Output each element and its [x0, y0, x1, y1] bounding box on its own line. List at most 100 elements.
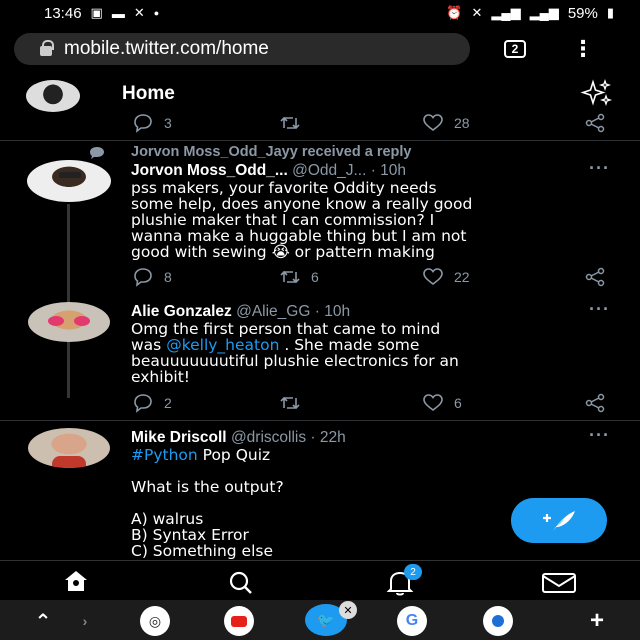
status-bar: 13:46 ▣ ▬ ✕ ● ⏰ ✕ ▂▄▆ ▂▄▆ 59% ▮: [0, 0, 640, 26]
tweet-actions: 3 28: [132, 110, 612, 136]
display-name[interactable]: Mike Driscoll: [131, 429, 227, 446]
app-shortcut-icon[interactable]: ◎: [140, 606, 170, 636]
avatar[interactable]: [28, 302, 110, 342]
heart-icon: [423, 394, 443, 412]
avatar-detail: [74, 316, 90, 326]
share-button[interactable]: [584, 267, 606, 287]
timestamp[interactable]: · 10h: [315, 303, 350, 320]
missed-call-icon: ✕: [133, 5, 145, 20]
url-text: mobile.twitter.com/home: [64, 38, 269, 59]
compose-feather-icon: [543, 510, 575, 531]
share-icon: [585, 267, 605, 287]
handle[interactable]: @Alie_GG: [236, 303, 310, 320]
reply-button[interactable]: 2: [132, 393, 172, 413]
avatar-detail: [48, 316, 64, 326]
thread-line: [67, 204, 70, 398]
avatar[interactable]: [28, 428, 110, 468]
messages-envelope-icon[interactable]: [540, 569, 578, 597]
like-count: 28: [454, 115, 470, 131]
mute-icon: ✕: [471, 5, 483, 20]
dot-separator-icon: ›: [82, 613, 88, 629]
tweet-line: plushie maker that I can commission? I: [131, 211, 435, 229]
tweet-actions: 2 6: [132, 390, 612, 416]
share-button[interactable]: [584, 113, 606, 133]
reply-button[interactable]: 8: [132, 267, 172, 287]
reply-icon: [134, 394, 152, 413]
handle[interactable]: @driscollis: [231, 429, 306, 446]
compose-tweet-button[interactable]: [511, 498, 607, 543]
signal-icon: ▂▄▆: [491, 5, 521, 20]
url-bar[interactable]: mobile.twitter.com/home: [14, 33, 470, 65]
tweet-line: #Python Pop Quiz: [131, 447, 621, 463]
tweet-card[interactable]: Jorvon Moss_Odd_Jayy received a reply Jo…: [0, 142, 640, 418]
retweet-count: 6: [311, 269, 319, 285]
tweet-header: Alie Gonzalez @Alie_GG · 10h: [131, 303, 350, 321]
tweet-text: pss makers, your favorite Oddity needs s…: [131, 180, 621, 260]
sparkle-icon[interactable]: [580, 78, 614, 108]
tweet-line: some help, does anyone know a really goo…: [131, 195, 473, 213]
reply-count: 2: [164, 395, 172, 411]
retweet-button[interactable]: [279, 113, 301, 133]
display-name[interactable]: Jorvon Moss_Odd_...: [131, 162, 288, 179]
tweet-actions: 8 6 22: [132, 264, 612, 290]
browser-toolbar: mobile.twitter.com/home 2 ⋮: [0, 26, 640, 72]
tweet-line: beauuuuuuutiful plushie electronics for …: [131, 352, 459, 370]
youtube-app-icon[interactable]: [224, 606, 254, 636]
tweet-line: pss makers, your favorite Oddity needs: [131, 179, 437, 197]
system-navigation-bar: ⌃ › ◎ 🐦 ✕ G +: [0, 600, 640, 640]
dot-icon: ●: [153, 8, 160, 18]
hashtag-link[interactable]: #Python: [131, 446, 198, 464]
like-count: 6: [454, 395, 462, 411]
tweet-text: Omg the first person that came to mind w…: [131, 321, 621, 385]
timeline: 3 28 Jorvon Moss_Odd_Jayy received a rep…: [0, 108, 640, 560]
text-segment: Pop Quiz: [197, 446, 271, 464]
more-options-icon[interactable]: ···: [589, 425, 610, 446]
timestamp[interactable]: · 10h: [371, 162, 406, 179]
reply-context: Jorvon Moss_Odd_Jayy received a reply: [131, 144, 412, 160]
like-button[interactable]: 6: [422, 393, 462, 413]
like-button[interactable]: 22: [422, 267, 470, 287]
like-button[interactable]: 28: [422, 113, 470, 133]
tweet-line: wanna make a huggable thing but I am not: [131, 227, 467, 245]
notification-badge: 2: [404, 564, 422, 580]
eye-app-icon[interactable]: [483, 606, 513, 636]
share-icon: [585, 393, 605, 413]
reply-button[interactable]: 3: [132, 113, 172, 133]
chevron-up-icon[interactable]: ⌃: [28, 606, 58, 636]
tabs-button[interactable]: 2: [504, 40, 526, 58]
tweet-line: good with sewing 😭 or pattern making: [131, 243, 435, 261]
retweet-button[interactable]: 6: [279, 267, 319, 287]
tweet-header: Jorvon Moss_Odd_... @Odd_J... · 10h: [131, 162, 406, 180]
signal-icon-2: ▂▄▆: [529, 5, 559, 20]
add-icon[interactable]: +: [582, 606, 612, 636]
bottom-navigation: [0, 560, 640, 600]
divider: [0, 140, 640, 141]
timestamp[interactable]: · 22h: [310, 429, 345, 446]
google-app-icon[interactable]: G: [397, 606, 427, 636]
retweet-button[interactable]: [279, 393, 301, 413]
display-name[interactable]: Alie Gonzalez: [131, 303, 232, 320]
heart-icon: [423, 114, 443, 132]
divider: [0, 420, 640, 421]
retweet-icon: [280, 116, 300, 130]
gallery-icon: ▣: [90, 5, 103, 20]
close-app-icon[interactable]: ✕: [339, 601, 357, 619]
tweet-line: exhibit!: [131, 368, 191, 386]
like-count: 22: [454, 269, 470, 285]
heart-icon: [423, 268, 443, 286]
avatar[interactable]: [27, 160, 111, 202]
share-button[interactable]: [584, 393, 606, 413]
home-icon[interactable]: [62, 569, 90, 593]
handle[interactable]: @Odd_J...: [292, 162, 366, 179]
clock: 13:46: [44, 4, 82, 22]
tweet-line: Omg the first person that came to mind: [131, 320, 441, 338]
more-options-icon[interactable]: ···: [589, 158, 610, 179]
reply-icon: [134, 114, 152, 133]
tweet-header: Mike Driscoll @driscollis · 22h: [131, 429, 346, 447]
search-icon[interactable]: [224, 569, 258, 597]
avatar-detail: [59, 172, 81, 178]
browser-menu-icon[interactable]: ⋮: [572, 38, 594, 60]
tweet-line: What is the output?: [131, 478, 284, 496]
more-options-icon[interactable]: ···: [589, 299, 610, 320]
